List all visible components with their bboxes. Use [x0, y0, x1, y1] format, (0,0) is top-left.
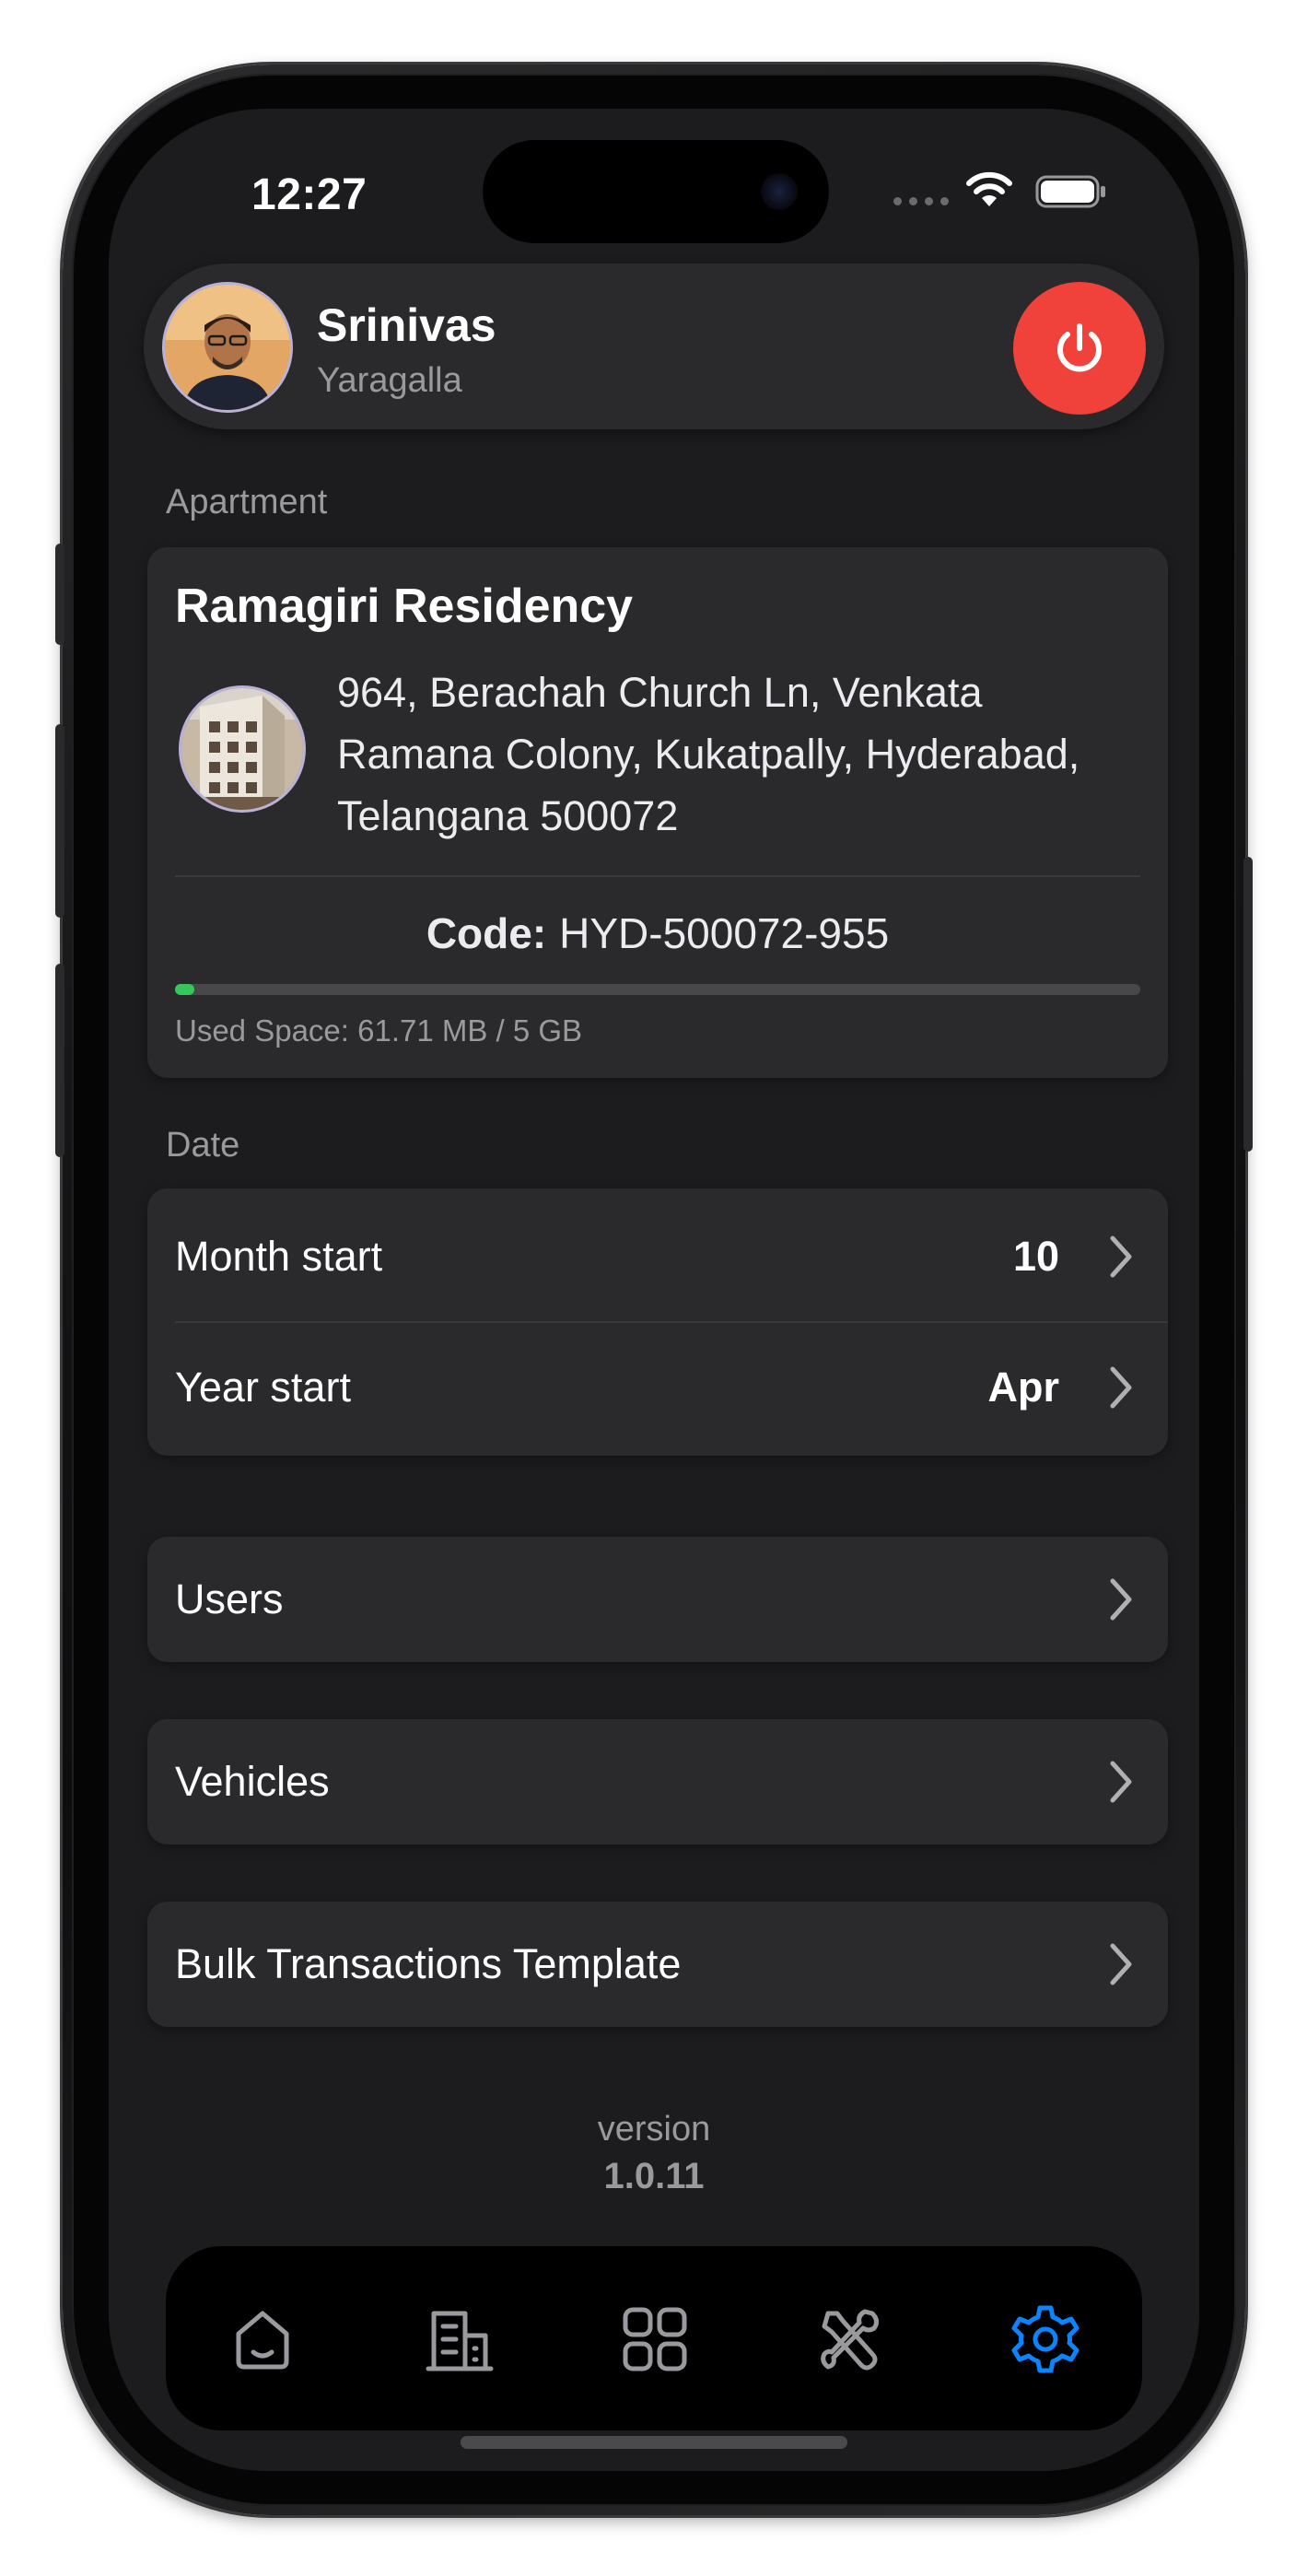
month-start-row[interactable]: Month start 10 — [147, 1192, 1168, 1321]
power-button — [1243, 857, 1253, 1152]
app-screen: 12:27 Srinivas Yaragalla Apartment Ramag… — [109, 109, 1199, 2471]
storage-usage-text: Used Space: 61.71 MB / 5 GB — [175, 1013, 583, 1048]
date-settings-card: Month start 10 Year start Apr — [147, 1188, 1168, 1456]
volume-up-button — [55, 724, 64, 918]
power-icon — [1057, 323, 1102, 372]
users-label: Users — [175, 1575, 284, 1622]
chevron-right-icon — [1110, 1578, 1132, 1621]
year-start-value: Apr — [987, 1364, 1060, 1411]
version-number: 1.0.11 — [603, 2156, 705, 2196]
tab-home[interactable] — [221, 2298, 304, 2381]
home-icon — [236, 2311, 289, 2370]
chevron-right-icon — [1110, 1235, 1132, 1278]
battery-icon — [1035, 175, 1105, 208]
avatar[interactable] — [162, 282, 293, 413]
users-card: Users — [147, 1537, 1168, 1662]
date-section-label: Date — [166, 1126, 240, 1165]
tab-tools[interactable] — [809, 2298, 892, 2381]
month-start-label: Month start — [175, 1233, 383, 1280]
apartment-photo[interactable] — [179, 685, 306, 813]
apartment-name: Ramagiri Residency — [175, 580, 634, 633]
settings-icon — [1011, 2305, 1079, 2373]
building-icon — [426, 2311, 494, 2371]
user-first-name: Srinivas — [317, 299, 496, 351]
logout-button[interactable] — [1013, 282, 1146, 415]
dynamic-island — [483, 140, 829, 243]
vehicles-label: Vehicles — [175, 1758, 330, 1805]
tab-dashboard[interactable] — [613, 2298, 696, 2381]
storage-usage-bar — [175, 984, 1140, 995]
month-start-value: 10 — [1012, 1233, 1059, 1280]
apartment-code-label: Code: — [426, 909, 547, 957]
divider — [175, 875, 1140, 877]
cellular-signal-icon — [893, 197, 949, 205]
building-photo-image — [181, 688, 303, 810]
apartment-code: HYD-500072-955 — [559, 909, 890, 957]
tools-icon — [821, 2309, 880, 2371]
apartment-code-row: Code: HYD-500072-955 — [147, 908, 1168, 958]
bulk-transactions-card: Bulk Transactions Template — [147, 1902, 1168, 2027]
users-row[interactable]: Users — [147, 1537, 1168, 1662]
vehicles-card: Vehicles — [147, 1719, 1168, 1844]
user-last-name: Yaragalla — [317, 361, 462, 400]
apartment-section-label: Apartment — [166, 483, 328, 521]
grid-icon — [623, 2307, 687, 2371]
profile-card: Srinivas Yaragalla — [144, 263, 1164, 429]
tab-apartment[interactable] — [418, 2298, 501, 2381]
tab-bar — [166, 2246, 1142, 2430]
volume-down-button — [55, 964, 64, 1157]
front-camera — [761, 173, 798, 210]
bulk-transactions-template-label: Bulk Transactions Template — [175, 1940, 682, 1987]
chevron-right-icon — [1110, 1761, 1132, 1803]
storage-usage-fill — [175, 984, 194, 995]
apartment-card: Ramagiri Residency 964, Berachah Church … — [147, 547, 1168, 1078]
avatar-image — [165, 285, 290, 410]
vehicles-row[interactable]: Vehicles — [147, 1719, 1168, 1844]
status-time: 12:27 — [251, 170, 368, 219]
apartment-address: 964, Berachah Church Ln, Venkata Ramana … — [337, 669, 1080, 839]
chevron-right-icon — [1110, 1943, 1132, 1985]
bulk-transactions-template-row[interactable]: Bulk Transactions Template — [147, 1902, 1168, 2027]
chevron-right-icon — [1110, 1366, 1132, 1409]
wifi-icon — [966, 171, 1012, 206]
year-start-row[interactable]: Year start Apr — [147, 1323, 1168, 1452]
year-start-label: Year start — [175, 1364, 351, 1411]
version-label: version — [597, 2110, 711, 2149]
tab-settings[interactable] — [1004, 2298, 1087, 2381]
home-indicator — [461, 2436, 847, 2449]
action-button — [55, 544, 64, 645]
